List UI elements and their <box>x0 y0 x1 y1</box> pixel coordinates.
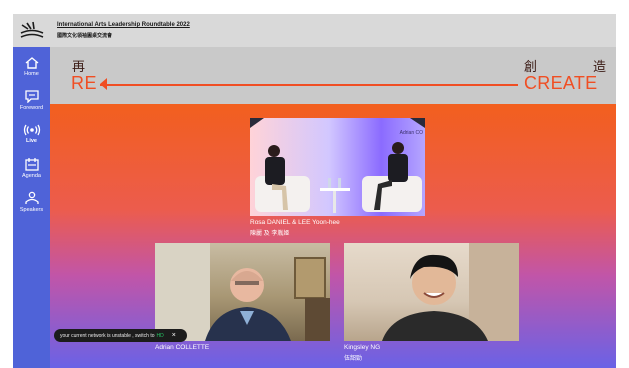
speaker-name: Rosa DANIEL & LEE Yoon-hee <box>250 219 340 226</box>
sidebar-item-speakers[interactable]: Speakers <box>13 191 50 213</box>
speaker-video-feed[interactable] <box>344 243 519 341</box>
sidebar-item-label: Speakers <box>19 207 44 213</box>
switch-hd-link[interactable]: HD <box>157 333 164 339</box>
banner-line <box>100 84 518 86</box>
speaker-name-chinese: 陳麗 及 李胤姬 <box>250 231 290 237</box>
app-window: International Arts Leadership Roundtable… <box>0 0 629 368</box>
broadcast-icon <box>23 124 40 136</box>
speaker-video-feed[interactable] <box>155 243 330 341</box>
banner-re-text: RE <box>71 73 98 93</box>
home-icon <box>25 57 38 69</box>
event-logo-icon[interactable] <box>19 21 45 41</box>
main-video-feed[interactable]: Adrian CO <box>250 118 425 216</box>
live-stage: Adrian CO Rosa DANIEL & LEE Yoon-hee 陳麗 … <box>50 104 616 368</box>
sidebar-item-label: Live <box>25 138 37 144</box>
top-header: International Arts Leadership Roundtable… <box>13 14 616 47</box>
sidebar-item-label: Foreword <box>19 105 44 111</box>
theme-banner: 再 RE 創 造 CREATE <box>50 47 616 104</box>
sidebar-item-agenda[interactable]: Agenda <box>13 157 50 179</box>
sidebar-item-foreword[interactable]: Foreword <box>13 89 50 111</box>
chat-icon <box>24 90 39 103</box>
event-title[interactable]: International Arts Leadership Roundtable… <box>57 22 190 28</box>
video-watermark: Adrian CO <box>399 130 423 136</box>
speaker-name: Kingsley NG <box>344 344 381 351</box>
event-subtitle: 國際文化領袖圓桌交流會 <box>57 33 113 39</box>
sidebar-item-live[interactable]: Live <box>13 124 50 144</box>
banner-create-text: CREATE <box>524 73 598 93</box>
sidebar-item-label: Agenda <box>22 173 41 179</box>
person-icon <box>24 191 39 204</box>
close-icon[interactable]: × <box>172 332 176 339</box>
sidebar-item-home[interactable]: Home <box>13 56 50 77</box>
calendar-icon <box>24 158 39 171</box>
speaker-video-image <box>155 243 330 341</box>
sidebar-item-label: Home <box>24 71 39 77</box>
speaker-video-image <box>382 243 519 341</box>
speaker-name-chinese: 伍韶勁 <box>344 356 363 362</box>
network-warning-toast: your current network is unstable , switc… <box>54 329 187 342</box>
sidebar-nav: Home Foreword Live Agenda Speakers <box>13 47 50 368</box>
speaker-name: Adrian COLLETTE <box>155 344 210 351</box>
toast-message: your current network is unstable , switc… <box>60 332 155 339</box>
